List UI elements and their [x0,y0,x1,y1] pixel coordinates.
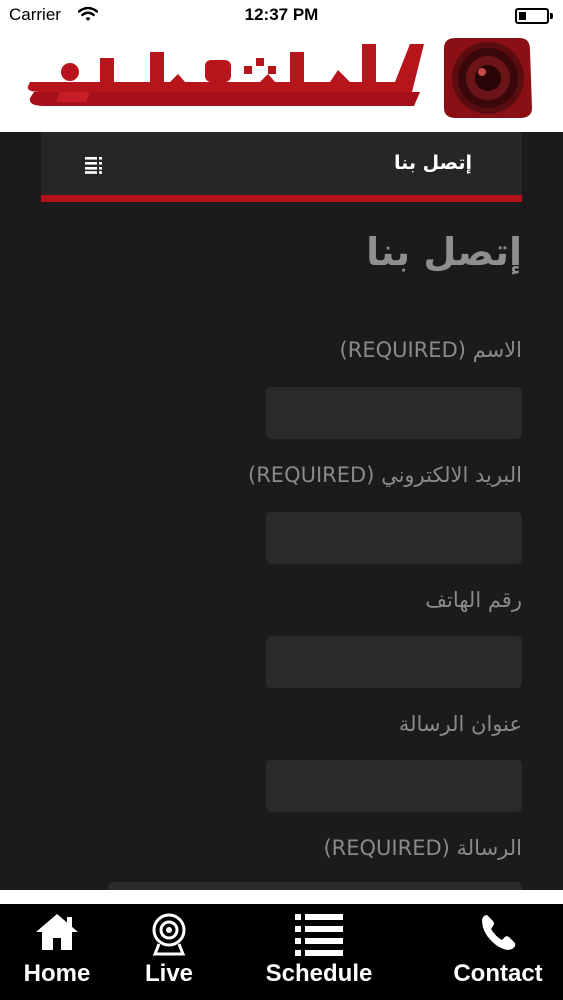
status-bar: Carrier 12:37 PM [0,0,563,30]
phone-icon [478,912,518,959]
battery-level [519,12,526,20]
tab-schedule[interactable]: Schedule [244,904,394,1000]
main-content: إتصل بنا إتصل بنا الاسم (REQUIRED) البري… [0,132,563,922]
tab-contact-label: Contact [453,960,543,987]
menu-icon[interactable] [85,156,103,178]
navbar-title: إتصل بنا [394,152,472,174]
name-label: الاسم (REQUIRED) [339,338,522,362]
camera-lens-icon [444,38,532,118]
phone-label: رقم الهاتف [425,588,522,612]
page-title: إتصل بنا [366,230,522,274]
message-label: الرسالة (REQUIRED) [323,836,522,860]
tab-live[interactable]: Live [114,904,224,1000]
clock: 12:37 PM [244,5,319,24]
tab-home[interactable]: Home [0,904,114,1000]
tab-schedule-label: Schedule [265,960,373,987]
webcam-icon [149,912,189,963]
name-field[interactable] [266,387,522,439]
tab-home-label: Home [23,960,91,987]
battery-nub [550,13,553,19]
tab-live-label: Live [144,960,194,987]
logo-header [0,30,563,132]
email-field[interactable] [266,512,522,564]
logo-wordmark [27,44,424,106]
battery-icon [515,8,553,24]
tab-bar-divider [0,890,563,904]
home-icon [34,912,80,959]
brand-logo [27,38,532,118]
subject-label: عنوان الرسالة [398,712,522,736]
phone-field[interactable] [266,636,522,688]
tab-bar: Home Live Schedule Contact [0,904,563,1000]
navbar: إتصل بنا [41,132,522,202]
list-icon [295,912,343,963]
tab-contact[interactable]: Contact [436,904,560,1000]
subject-field[interactable] [266,760,522,812]
email-label: البريد الالكتروني (REQUIRED) [248,463,522,487]
